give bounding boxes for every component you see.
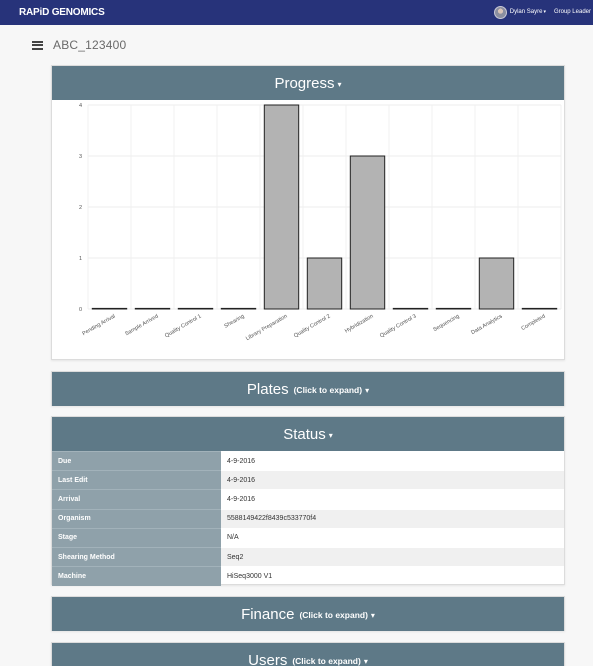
bar xyxy=(478,257,515,310)
chevron-down-icon: ▾ xyxy=(328,430,333,440)
panel-title: Progress xyxy=(274,74,335,92)
progress-panel-header[interactable]: Progress ▾ xyxy=(52,66,564,100)
x-tick-label: Sequencing xyxy=(432,314,460,334)
status-key: Due xyxy=(52,450,221,471)
avatar[interactable] xyxy=(493,5,507,19)
x-tick-label: Completed xyxy=(520,314,546,333)
x-tick-label: Sample Arrived xyxy=(124,314,159,338)
plates-panel: Plates (Click to expand) ▾ xyxy=(51,371,565,406)
x-tick-label: Quality Control 2 xyxy=(293,314,331,340)
top-navbar: RAPiD GENOMICS Dylan Sayre▾ Group Leader xyxy=(0,0,593,25)
status-key: Organism xyxy=(52,508,221,529)
plates-panel-header[interactable]: Plates (Click to expand) ▾ xyxy=(52,372,564,406)
y-tick-label: 2 xyxy=(79,205,82,211)
status-key: Arrival xyxy=(52,489,221,510)
chevron-down-icon: ▾ xyxy=(363,656,368,666)
status-panel-header[interactable]: Status ▾ xyxy=(52,417,564,451)
status-panel: Status ▾ Due 4-9-2016 Last Edit 4-9-2016 A… xyxy=(51,416,565,586)
chevron-down-icon: ▾ xyxy=(337,79,342,89)
progress-panel: Progress ▾ 0 1 2 3 4 Pending Arrival Sample Ar… xyxy=(51,65,565,360)
x-tick-label: Shearing xyxy=(223,314,245,330)
status-value: Seq2 xyxy=(221,546,564,567)
expand-hint: (Click to expand) xyxy=(292,656,361,666)
status-key: Shearing Method xyxy=(52,546,221,567)
panel-title: Users xyxy=(248,651,288,666)
bar xyxy=(263,104,300,310)
x-tick-label: Quality Control 1 xyxy=(164,314,202,340)
user-name[interactable]: Dylan Sayre▾ xyxy=(510,9,546,15)
panel-title: Plates xyxy=(246,380,289,398)
brand-logo[interactable]: RAPiD GENOMICS xyxy=(19,7,105,18)
finance-panel-header[interactable]: Finance (Click to expand) ▾ xyxy=(52,597,564,631)
user-role: Group Leader xyxy=(553,9,591,15)
users-panel: Users (Click to expand) ▾ xyxy=(51,642,565,666)
y-tick-label: 1 xyxy=(79,256,82,262)
status-value: HiSeq3000 V1 xyxy=(221,566,564,586)
bar xyxy=(521,307,558,310)
panel-title: Status xyxy=(283,425,326,443)
chevron-down-icon: ▾ xyxy=(370,610,375,620)
status-table: Due 4-9-2016 Last Edit 4-9-2016 Arrival 4-9… xyxy=(52,450,564,586)
x-tick-label: Pending Arrival xyxy=(81,314,116,338)
x-tick-label: Quality Control 3 xyxy=(379,314,417,340)
bar xyxy=(134,307,171,310)
y-tick-label: 4 xyxy=(79,103,82,109)
table-row: Machine HiSeq3000 V1 xyxy=(52,566,564,586)
chevron-down-icon: ▾ xyxy=(365,385,370,395)
status-value: N/A xyxy=(221,527,564,548)
bar xyxy=(349,155,386,310)
chevron-down-icon: ▾ xyxy=(543,9,546,15)
table-row: Arrival 4-9-2016 xyxy=(52,489,564,510)
panel-title: Finance xyxy=(241,605,295,623)
bar xyxy=(177,307,214,310)
menu-icon[interactable] xyxy=(32,40,43,50)
status-value: 5588149422f8439c533770f4 xyxy=(221,508,564,529)
table-row: Stage N/A xyxy=(52,527,564,548)
finance-panel: Finance (Click to expand) ▾ xyxy=(51,596,565,631)
users-panel-header[interactable]: Users (Click to expand) ▾ xyxy=(52,643,564,666)
status-key: Stage xyxy=(52,527,221,548)
project-header: ABC_123400 xyxy=(32,37,126,53)
y-tick-label: 3 xyxy=(79,154,82,160)
x-tick-label: Data Analytics xyxy=(470,313,503,336)
status-value: 4-9-2016 xyxy=(221,489,564,510)
x-tick-label: Library Preparation xyxy=(245,314,289,343)
table-row: Due 4-9-2016 xyxy=(52,450,564,471)
project-title: ABC_123400 xyxy=(53,38,127,52)
status-key: Last Edit xyxy=(52,470,221,490)
bar xyxy=(220,307,257,310)
table-row: Organism 5588149422f8439c533770f4 xyxy=(52,508,564,529)
user-menu[interactable]: Dylan Sayre▾ Group Leader xyxy=(493,4,591,20)
bar xyxy=(91,307,128,310)
progress-chart: 0 1 2 3 4 Pending Arrival Sample Arrived Qualit… xyxy=(52,100,564,359)
progress-bar-chart: 01234Pending Arrival Sample Arrived Qualit… xyxy=(79,103,562,343)
table-row: Shearing Method Seq2 xyxy=(52,546,564,567)
table-row: Last Edit 4-9-2016 xyxy=(52,470,564,490)
y-tick-label: 0 xyxy=(79,307,82,313)
bar xyxy=(392,307,429,310)
status-value: 4-9-2016 xyxy=(221,470,564,490)
bar xyxy=(306,257,343,310)
status-key: Machine xyxy=(52,566,221,586)
expand-hint: (Click to expand) xyxy=(299,610,368,620)
bar xyxy=(435,307,472,310)
status-value: 4-9-2016 xyxy=(221,450,564,471)
x-tick-label: Hybridization xyxy=(344,314,375,335)
expand-hint: (Click to expand) xyxy=(293,385,363,395)
